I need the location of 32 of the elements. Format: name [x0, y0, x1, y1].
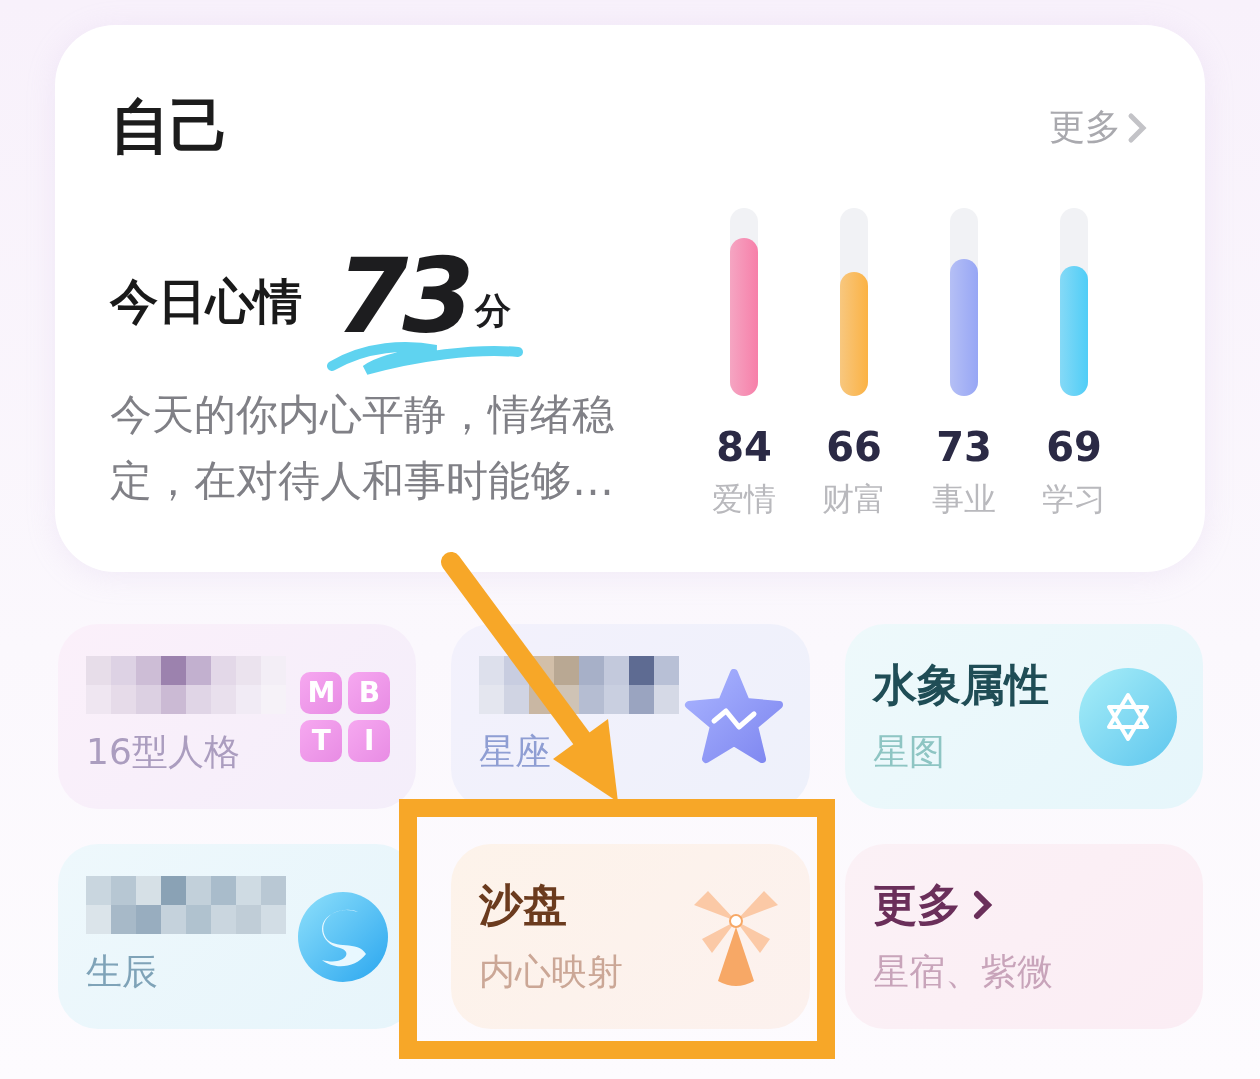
tile-subtitle: 星座: [479, 730, 553, 774]
metric-value: 73: [936, 424, 992, 470]
hexagram-icon: [1079, 667, 1177, 766]
metric-label: 事业: [932, 479, 996, 520]
more-link[interactable]: 更多: [1049, 103, 1147, 152]
feature-tile[interactable]: 更多 星宿、紫微: [844, 844, 1203, 1029]
star-icon: [683, 668, 784, 765]
swirl-icon: [296, 889, 391, 984]
tile-subtitle: 星宿、紫微: [872, 950, 1053, 994]
mood-description: 今天的你内心平静，情绪稳定，在对待人和事时能够…: [110, 389, 615, 507]
feature-tile[interactable]: 沙盘 内心映射: [451, 844, 810, 1029]
metric-value: 69: [1046, 424, 1102, 470]
tile-subtitle: 生辰: [86, 950, 159, 994]
metric-value: 84: [716, 424, 772, 470]
tile-title: 水象属性: [872, 657, 1049, 712]
chevron-right-icon: [1127, 111, 1147, 144]
section-title: 自己: [110, 90, 230, 163]
tile-subtitle: 16型人格: [86, 730, 241, 774]
tile-subtitle: 内心映射: [479, 950, 624, 994]
score-unit: 分: [474, 289, 511, 333]
mood-label: 今日心情: [110, 272, 302, 331]
metric-label: 财富: [822, 479, 886, 520]
metric-value: 66: [826, 424, 882, 470]
feature-tile[interactable]: 水象属性 星图: [844, 624, 1203, 809]
mood-score: 73: [336, 244, 469, 348]
feature-tile[interactable]: 16型人格 M B T I: [58, 624, 417, 809]
metric-label: 爱情: [712, 479, 776, 520]
chevron-right-icon: [972, 890, 993, 920]
metric-label: 学习: [1042, 479, 1106, 520]
tile-title: 沙盘: [479, 877, 568, 932]
tile-title: 更多: [872, 877, 961, 932]
tile-subtitle: 星图: [872, 730, 946, 774]
